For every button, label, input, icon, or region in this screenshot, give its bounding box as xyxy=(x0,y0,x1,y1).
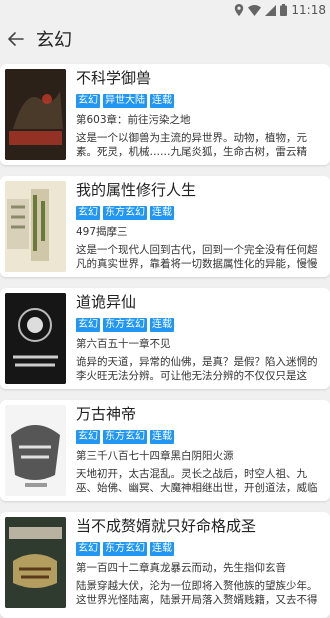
latest-chapter: 第六百五十一章不见 xyxy=(76,338,171,350)
book-title[interactable]: 万古神帝 xyxy=(76,404,326,424)
book-title[interactable]: 当不成赘婿就只好命格成圣 xyxy=(76,516,326,536)
book-tags: 玄幻 东方玄幻 连载 xyxy=(76,430,326,444)
tag-genre[interactable]: 玄幻 xyxy=(76,94,100,108)
book-cover xyxy=(5,69,66,160)
location-icon xyxy=(234,4,244,16)
wifi-icon xyxy=(248,4,262,16)
book-tags: 玄幻 东方玄幻 连载 xyxy=(76,206,326,220)
back-arrow-icon[interactable] xyxy=(4,27,28,51)
book-description: 这是一个以御兽为主流的异世界。动物，植物，元素。死灵，机械……九尾炎狐，生命古树… xyxy=(76,132,307,158)
status-bar: 11:18 xyxy=(0,0,330,22)
book-tags: 玄幻 东方玄幻 连载 xyxy=(76,542,326,556)
book-description: 诡异的天道，异常的仙佛，是真？是假？陷入迷惘的李火旺无法分辨。可让他无法分辨的不… xyxy=(76,356,318,382)
tag-subgenre[interactable]: 东方玄幻 xyxy=(103,542,147,556)
book-tags: 玄幻 东方玄幻 连载 xyxy=(76,318,326,332)
tag-status[interactable]: 连载 xyxy=(150,318,174,332)
tag-status[interactable]: 连载 xyxy=(150,94,174,108)
latest-chapter: 第一百四十二章真龙暴云而动，先生指仰玄音 xyxy=(76,562,286,574)
tag-status[interactable]: 连载 xyxy=(150,206,174,220)
book-item[interactable]: 万古神帝 玄幻 东方玄幻 连载 第三千八百七十四章黑白阴阳火源 天地初开，太古混… xyxy=(0,400,330,501)
book-title[interactable]: 我的属性修行人生 xyxy=(76,180,326,200)
book-description: 陆景穿越大伏，沦为一位即将入赘他族的望族少年。这世界光怪陆离，陆景开局落入赘婿贱… xyxy=(76,580,318,606)
status-time: 11:18 xyxy=(291,3,326,17)
latest-chapter: 497揭摩三 xyxy=(76,226,128,238)
book-cover xyxy=(5,517,66,608)
tag-subgenre[interactable]: 东方玄幻 xyxy=(103,430,147,444)
tag-subgenre[interactable]: 东方玄幻 xyxy=(103,318,147,332)
page-title: 玄幻 xyxy=(36,30,72,51)
signal-icon xyxy=(265,4,277,16)
latest-chapter: 第603章：前往污染之地 xyxy=(76,114,191,126)
book-cover xyxy=(5,293,66,384)
book-description: 这是一个现代人回到古代，回到一个完全没有任何超凡的真实世界，靠着将一切数据属性化… xyxy=(76,244,318,270)
book-title[interactable]: 道诡异仙 xyxy=(76,292,326,312)
tag-subgenre[interactable]: 异世大陆 xyxy=(103,94,147,108)
tag-genre[interactable]: 玄幻 xyxy=(76,430,100,444)
book-item[interactable]: 不科学御兽 玄幻 异世大陆 连载 第603章：前往污染之地 这是一个以御兽为主流… xyxy=(0,64,330,165)
app-bar: 玄幻 xyxy=(0,22,330,56)
latest-chapter: 第三千八百七十四章黑白阴阳火源 xyxy=(76,450,234,462)
tag-genre[interactable]: 玄幻 xyxy=(76,318,100,332)
tag-genre[interactable]: 玄幻 xyxy=(76,206,100,220)
book-tags: 玄幻 异世大陆 连载 xyxy=(76,94,326,108)
book-cover xyxy=(5,181,66,272)
book-cover xyxy=(5,405,66,496)
tag-genre[interactable]: 玄幻 xyxy=(76,542,100,556)
tag-status[interactable]: 连载 xyxy=(150,542,174,556)
book-item[interactable]: 道诡异仙 玄幻 东方玄幻 连载 第六百五十一章不见 诡异的天道，异常的仙佛，是真… xyxy=(0,288,330,389)
book-item[interactable]: 我的属性修行人生 玄幻 东方玄幻 连载 497揭摩三 这是一个现代人回到古代，回… xyxy=(0,176,330,277)
book-title[interactable]: 不科学御兽 xyxy=(76,68,326,88)
battery-icon xyxy=(280,4,288,16)
book-description: 天地初开，太古混乱。灵长之战后，时空人祖、九巫、始佛、幽冥、大魔神相继出世，开创… xyxy=(76,468,318,494)
book-list[interactable]: 不科学御兽 玄幻 异世大陆 连载 第603章：前往污染之地 这是一个以御兽为主流… xyxy=(0,64,330,618)
tag-status[interactable]: 连载 xyxy=(150,430,174,444)
tag-subgenre[interactable]: 东方玄幻 xyxy=(103,206,147,220)
book-item[interactable]: 当不成赘婿就只好命格成圣 玄幻 东方玄幻 连载 第一百四十二章真龙暴云而动，先生… xyxy=(0,512,330,618)
status-icons: 11:18 xyxy=(234,3,326,17)
